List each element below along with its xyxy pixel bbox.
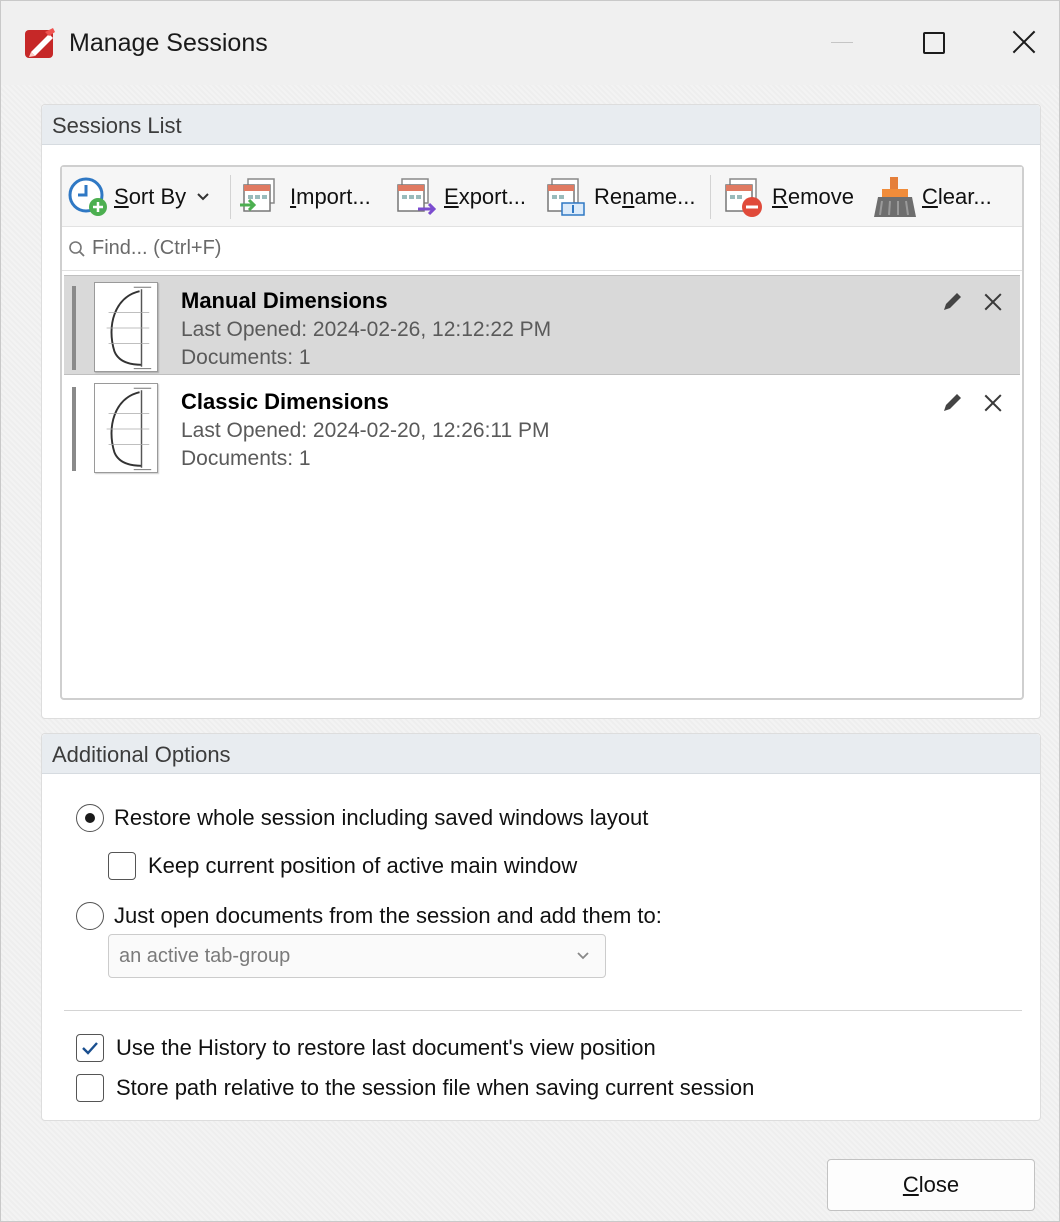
window-title: Manage Sessions (69, 29, 268, 57)
options-divider (64, 1010, 1022, 1011)
sort-by-label: ort By (128, 184, 187, 209)
remove-label: emove (787, 184, 854, 209)
broom-clear-icon (874, 177, 916, 217)
checkmark-icon (82, 1042, 98, 1055)
rename-mnemonic: n (622, 184, 635, 209)
store-relative-path-checkbox[interactable]: Store path relative to the session file … (76, 1074, 754, 1102)
toolbar-separator (230, 175, 231, 219)
session-item[interactable]: Classic Dimensions Last Opened: 2024-02-… (64, 377, 1020, 477)
rename-label-prefix: Re (594, 184, 623, 209)
radio-indicator[interactable] (76, 902, 104, 930)
import-button[interactable]: Import... (238, 175, 371, 219)
clear-label: lear... (937, 184, 992, 209)
import-label: mport... (296, 184, 371, 209)
session-documents: Documents: 1 (181, 447, 311, 470)
session-name: Manual Dimensions (181, 288, 388, 313)
rename-button[interactable]: Rename... (542, 175, 696, 219)
close-button[interactable]: Close (827, 1159, 1035, 1211)
sessions-list-header: Sessions List (42, 105, 1040, 145)
minimize-button[interactable] (813, 21, 873, 65)
find-input[interactable]: Find... (Ctrl+F) (62, 227, 1022, 271)
export-button[interactable]: Export... (392, 175, 526, 219)
chevron-down-icon (197, 193, 209, 201)
just-open-documents-radio[interactable]: Just open documents from the session and… (76, 902, 662, 930)
remove-mnemonic: R (772, 184, 788, 209)
remove-session-icon (725, 178, 762, 217)
sort-by-mnemonic: S (114, 184, 129, 209)
edit-pencil-icon[interactable] (940, 391, 964, 415)
title-bar: Manage Sessions (1, 1, 1059, 85)
document-thumbnail-icon (94, 282, 158, 372)
session-last-opened: Last Opened: 2024-02-20, 12:26:11 PM (181, 419, 550, 442)
store-relative-path-label: Store path relative to the session file … (116, 1075, 755, 1100)
rename-session-icon (547, 178, 585, 216)
session-marker (72, 387, 76, 471)
delete-session-icon[interactable] (980, 289, 1006, 315)
session-item[interactable]: Manual Dimensions Last Opened: 2024-02-2… (64, 275, 1020, 375)
sessions-toolbar: Sort By Import... Export... Rename... Re… (62, 167, 1022, 227)
checkbox-indicator[interactable] (108, 852, 136, 880)
close-button-mnemonic: C (902, 1172, 919, 1197)
session-name: Classic Dimensions (181, 389, 389, 414)
use-history-checkbox[interactable]: Use the History to restore last document… (76, 1034, 656, 1062)
export-label: xport... (458, 184, 526, 209)
target-tab-group-value: an active tab-group (119, 944, 291, 967)
session-documents: Documents: 1 (181, 346, 311, 369)
target-tab-group-select[interactable]: an active tab-group (108, 934, 606, 978)
pdf-editor-logo-icon (25, 28, 55, 58)
additional-options-group: Additional Options Restore whole session… (41, 733, 1041, 1121)
restore-whole-session-label: Restore whole session including saved wi… (114, 805, 649, 830)
close-button-label: lose (918, 1172, 960, 1197)
find-placeholder: Find... (Ctrl+F) (92, 237, 222, 259)
rename-label: ame... (634, 184, 696, 209)
radio-indicator[interactable] (76, 804, 104, 832)
restore-whole-session-radio[interactable]: Restore whole session including saved wi… (76, 804, 648, 832)
clear-button[interactable]: Clear... (870, 175, 992, 219)
manage-sessions-dialog: Manage Sessions Sessions List Sort By Im… (0, 0, 1060, 1222)
maximize-button[interactable] (903, 21, 963, 65)
export-sessions-icon (397, 178, 437, 216)
session-last-opened: Last Opened: 2024-02-26, 12:12:22 PM (181, 318, 552, 341)
checkbox-indicator[interactable] (76, 1074, 104, 1102)
import-sessions-icon (240, 178, 275, 212)
checkbox-indicator[interactable] (76, 1034, 104, 1062)
export-mnemonic: E (444, 184, 459, 209)
keep-position-checkbox[interactable]: Keep current position of active main win… (108, 852, 577, 880)
sort-by-button[interactable]: Sort By (66, 175, 214, 219)
clear-mnemonic: C (922, 184, 938, 209)
keep-position-label: Keep current position of active main win… (148, 853, 578, 878)
just-open-documents-label: Just open documents from the session and… (114, 903, 662, 928)
delete-session-icon[interactable] (980, 390, 1006, 416)
session-marker (72, 286, 76, 370)
document-thumbnail-icon (94, 383, 158, 473)
chevron-down-icon (577, 952, 589, 960)
sessions-list-frame: Sort By Import... Export... Rename... Re… (60, 165, 1024, 700)
sort-clock-plus-icon (68, 177, 107, 216)
close-window-button[interactable] (993, 21, 1053, 65)
search-icon (69, 240, 85, 257)
toolbar-separator (710, 175, 711, 219)
sessions-list-group: Sessions List Sort By Import... Export..… (41, 104, 1041, 719)
remove-button[interactable]: Remove (720, 175, 854, 219)
edit-pencil-icon[interactable] (940, 290, 964, 314)
additional-options-header: Additional Options (42, 734, 1040, 774)
use-history-label: Use the History to restore last document… (116, 1035, 656, 1060)
